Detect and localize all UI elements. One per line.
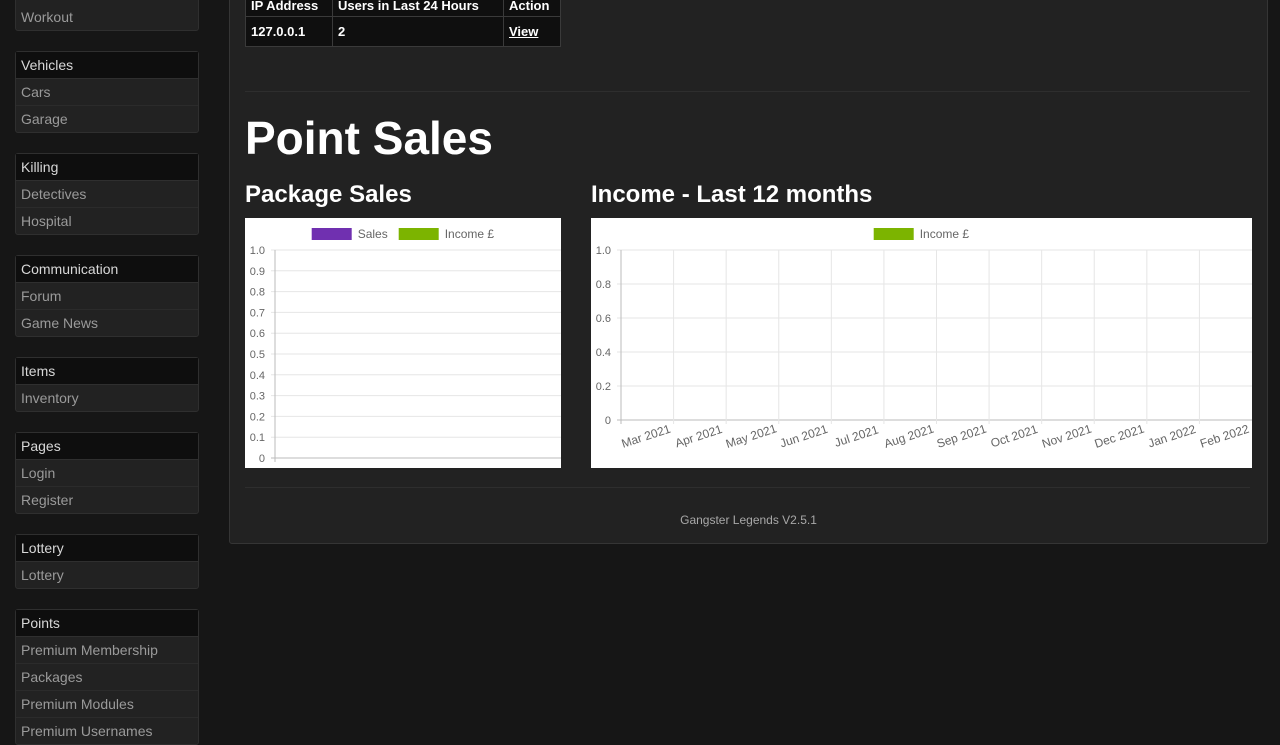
col-users-24h: Users in Last 24 Hours xyxy=(332,0,504,17)
x-tick-label: Jun 2021 xyxy=(778,422,830,451)
col-ip-address: IP Address xyxy=(245,0,333,17)
y-tick-label: 0.6 xyxy=(250,328,265,340)
x-tick-label: Jul 2021 xyxy=(833,422,881,449)
sidebar-group-top: Workout xyxy=(15,0,199,31)
x-tick-label: Apr 2021 xyxy=(673,422,724,450)
col-action: Action xyxy=(503,0,561,17)
y-tick-label: 1.0 xyxy=(250,245,265,257)
sidebar-item-login[interactable]: Login xyxy=(16,460,198,486)
sidebar-item-hospital[interactable]: Hospital xyxy=(16,207,198,234)
sidebar-group-head-points: Points xyxy=(16,610,198,637)
x-tick-label: Nov 2021 xyxy=(1040,422,1093,451)
sidebar-group-head-items: Items xyxy=(16,358,198,385)
legend-swatch xyxy=(398,228,439,240)
sidebar-item-premium-usernames[interactable]: Premium Usernames xyxy=(16,717,198,744)
sidebar-item-cars[interactable]: Cars xyxy=(16,79,198,105)
ip-table: IP Address Users in Last 24 Hours Action… xyxy=(245,0,561,47)
divider xyxy=(245,91,1250,92)
cell-ip: 127.0.0.1 xyxy=(245,16,333,47)
y-tick-label: 0.3 xyxy=(250,391,265,403)
sidebar-group-head-vehicles: Vehicles xyxy=(16,52,198,79)
sidebar-group-head-killing: Killing xyxy=(16,154,198,181)
income-chart-svg: Income £ 1.0 0.8 0.6 0.4 0.2 0 Mar 2021 Apr 2021… xyxy=(596,227,1252,451)
y-tick-label: 0.2 xyxy=(596,381,611,393)
x-tick-label: Mar 2021 xyxy=(620,422,673,451)
income-chart: Income £ 1.0 0.8 0.6 0.4 0.2 0 Mar 2021 Apr 2021… xyxy=(591,218,1252,468)
sidebar-group-killing: Killing Detectives Hospital xyxy=(15,153,199,235)
legend-swatch xyxy=(873,228,914,240)
sidebar-group-head-communication: Communication xyxy=(16,256,198,283)
divider xyxy=(245,487,1250,488)
y-tick-label: 0.5 xyxy=(250,349,265,361)
view-link[interactable]: View xyxy=(509,24,538,39)
page-title: Point Sales xyxy=(245,112,493,164)
sidebar-group-communication: Communication Forum Game News xyxy=(15,255,199,337)
legend-label: Sales xyxy=(358,227,388,241)
sidebar-item-register[interactable]: Register xyxy=(16,486,198,513)
sidebar-item-lottery[interactable]: Lottery xyxy=(16,562,198,588)
cell-action: View xyxy=(503,16,561,47)
main-panel: IP Address Users in Last 24 Hours Action… xyxy=(229,0,1268,544)
x-tick-label: Aug 2021 xyxy=(882,422,936,451)
sidebar-item-workout[interactable]: Workout xyxy=(16,4,198,30)
sidebar-group-head-lottery: Lottery xyxy=(16,535,198,562)
cell-users: 2 xyxy=(332,16,504,47)
x-tick-label: Sep 2021 xyxy=(935,422,989,451)
y-tick-label: 0.8 xyxy=(596,279,611,291)
x-tick-label: Oct 2021 xyxy=(989,422,1040,450)
table-row: 127.0.0.1 2 View xyxy=(245,16,561,47)
sidebar-item-inventory[interactable]: Inventory xyxy=(16,385,198,411)
y-tick-label: 0 xyxy=(259,453,265,465)
y-tick-label: 0.9 xyxy=(250,266,265,278)
sidebar-group-items: Items Inventory xyxy=(15,357,199,412)
legend-swatch xyxy=(311,228,352,240)
sidebar-item-forum[interactable]: Forum xyxy=(16,283,198,309)
x-tick-label: Jan 2022 xyxy=(1146,422,1198,451)
y-tick-label: 0.8 xyxy=(250,287,265,299)
y-tick-label: 0.7 xyxy=(250,307,265,319)
y-tick-label: 0.1 xyxy=(250,432,265,444)
x-tick-label: Feb 2022 xyxy=(1198,422,1251,451)
package-sales-chart: Sales Income £ 1.0 0.9 0.8 0.7 0.6 0.5 0.4 0.3 0.2… xyxy=(245,218,561,468)
sidebar-item-premium-modules[interactable]: Premium Modules xyxy=(16,690,198,717)
y-tick-label: 0 xyxy=(605,415,611,427)
x-tick-label: May 2021 xyxy=(724,421,779,451)
y-tick-label: 0.4 xyxy=(250,370,265,382)
sidebar-group-points: Points Premium Membership Packages Premi… xyxy=(15,609,199,745)
income-title: Income - Last 12 months xyxy=(591,181,873,208)
y-tick-label: 1.0 xyxy=(596,245,611,257)
footer-text: Gangster Legends V2.5.1 xyxy=(680,513,817,527)
y-tick-label: 0.6 xyxy=(596,313,611,325)
sidebar-item-premium-membership[interactable]: Premium Membership xyxy=(16,637,198,663)
legend-label: Income £ xyxy=(445,227,495,241)
sidebar-group-lottery: Lottery Lottery xyxy=(15,534,199,589)
sidebar-group-head-pages: Pages xyxy=(16,433,198,460)
package-sales-chart-svg: Sales Income £ 1.0 0.9 0.8 0.7 0.6 0.5 0.4 0.3 0.2… xyxy=(250,227,561,465)
y-tick-label: 0.2 xyxy=(250,411,265,423)
sidebar-item-packages[interactable]: Packages xyxy=(16,663,198,690)
sidebar-group-pages: Pages Login Register xyxy=(15,432,199,514)
sidebar-item-game-news[interactable]: Game News xyxy=(16,309,198,336)
package-sales-title: Package Sales xyxy=(245,181,412,208)
legend-label: Income £ xyxy=(920,227,970,241)
sidebar-item-garage[interactable]: Garage xyxy=(16,105,198,132)
table-header-row: IP Address Users in Last 24 Hours Action xyxy=(245,0,561,17)
x-tick-label: Dec 2021 xyxy=(1093,422,1146,451)
sidebar-group-vehicles: Vehicles Cars Garage xyxy=(15,51,199,133)
y-tick-label: 0.4 xyxy=(596,347,611,359)
sidebar-item-detectives[interactable]: Detectives xyxy=(16,181,198,207)
